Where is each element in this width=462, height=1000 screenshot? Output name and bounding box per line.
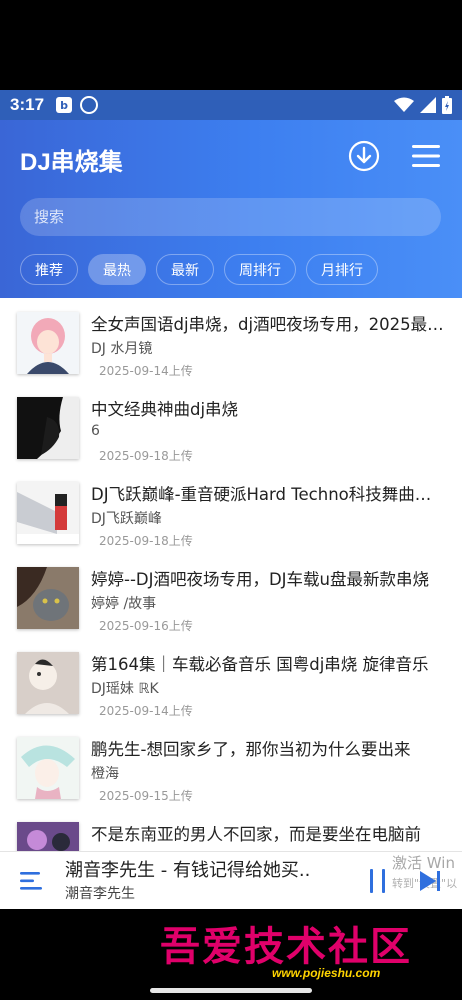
song-cover-image (17, 652, 79, 714)
song-title: 婷婷--DJ酒吧夜场专用，DJ车载u盘最新款串烧 (91, 570, 430, 589)
song-cover-image (17, 567, 79, 629)
song-cover-image (17, 737, 79, 799)
upload-date: 2025-09-18上传 (99, 449, 193, 463)
upload-date: 2025-09-16上传 (99, 619, 193, 633)
player-artist: 潮音李先生 (65, 886, 135, 902)
notification-app-icon (80, 96, 99, 114)
song-artist: 婷婷 /故事 (91, 596, 157, 612)
song-title: 中文经典神曲dj串烧 (91, 400, 239, 419)
tab-recommend[interactable]: 推荐 (20, 254, 78, 285)
download-circle-icon[interactable] (348, 140, 380, 172)
tab-weekly-rank[interactable]: 周排行 (224, 254, 296, 285)
app-header: DJ串烧集 推荐 最热 最新 周排行 月排行 (0, 120, 462, 298)
song-list-item[interactable]: 全女声国语dj串烧，dj酒吧夜场专用，2025最火的DJ串烧 DJ 水月镜 20… (0, 298, 462, 383)
watermark-url: www.pojieshu.com (272, 966, 381, 980)
signal-icon (420, 97, 436, 113)
status-time: 3:17 (10, 95, 45, 114)
song-artist: DJ飞跃巅峰 (91, 511, 162, 527)
song-artist: 橙海 (91, 766, 119, 782)
site-watermark: 吾爱技术社区 www.pojieshu.com (160, 914, 460, 994)
song-cover-image (17, 482, 79, 544)
search-input[interactable] (20, 198, 441, 236)
home-indicator[interactable] (150, 988, 312, 993)
watermark-text: 吾爱技术社区 (160, 923, 412, 970)
tab-hottest[interactable]: 最热 (88, 254, 146, 285)
song-cover-image (17, 312, 79, 374)
activate-windows-overlay: 激活 Win (392, 854, 455, 872)
wifi-icon (394, 97, 414, 112)
category-tabs: 推荐 最热 最新 周排行 月排行 (20, 254, 378, 285)
tab-newest[interactable]: 最新 (156, 254, 214, 285)
battery-icon (442, 96, 452, 114)
song-list-item[interactable]: DJ飞跃巅峰-重音硬派Hard Techno科技舞曲串烧 DJ飞跃巅峰 2025… (0, 468, 462, 553)
app-title: DJ串烧集 (20, 149, 123, 176)
next-track-icon[interactable] (420, 871, 442, 891)
upload-date: 2025-09-14上传 (99, 364, 193, 378)
player-song-title[interactable]: 潮音李先生 - 有钱记得给她买.. (65, 856, 355, 882)
song-artist: DJ瑶妹 ℝK (91, 681, 159, 697)
song-title: 第164集｜车载必备音乐 国粤dj串烧 旋律音乐 (91, 655, 429, 674)
upload-date: 2025-09-15上传 (99, 789, 193, 803)
song-list-item[interactable]: 第164集｜车载必备音乐 国粤dj串烧 旋律音乐 DJ瑶妹 ℝK 2025-09… (0, 638, 462, 723)
top-black-area (0, 0, 462, 90)
song-title: 鹏先生-想回家乡了，那你当初为什么要出来 (91, 740, 411, 759)
song-list-item[interactable]: 不是东南亚的男人不回家，而是要坐在电脑前 (0, 808, 462, 851)
upload-date: 2025-09-14上传 (99, 704, 193, 718)
status-icons (394, 96, 452, 114)
notification-b-icon: b (56, 97, 73, 113)
tab-monthly-rank[interactable]: 月排行 (306, 254, 378, 285)
song-cover-image (17, 822, 79, 851)
hamburger-menu-icon[interactable] (412, 144, 440, 168)
song-title: DJ飞跃巅峰-重音硬派Hard Techno科技舞曲串烧 (91, 485, 447, 504)
status-bar: 3:17 b (0, 90, 462, 120)
song-title: 全女声国语dj串烧，dj酒吧夜场专用，2025最火的DJ串烧 (91, 315, 447, 334)
pause-icon[interactable] (369, 869, 387, 893)
song-artist: DJ 水月镜 (91, 341, 153, 357)
mini-player[interactable]: 潮音李先生 - 有钱记得给她买.. 潮音李先生 激活 Win 转到"设置"以 (0, 851, 462, 909)
song-artist: 6 (91, 423, 100, 439)
upload-date: 2025-09-18上传 (99, 534, 193, 548)
playlist-icon[interactable] (20, 870, 46, 892)
song-list-item[interactable]: 鹏先生-想回家乡了，那你当初为什么要出来 橙海 2025-09-15上传 (0, 723, 462, 808)
song-list-item[interactable]: 中文经典神曲dj串烧 6 2025-09-18上传 (0, 383, 462, 468)
song-title: 不是东南亚的男人不回家，而是要坐在电脑前 (91, 825, 421, 844)
song-list-item[interactable]: 婷婷--DJ酒吧夜场专用，DJ车载u盘最新款串烧 婷婷 /故事 2025-09-… (0, 553, 462, 638)
song-list: 全女声国语dj串烧，dj酒吧夜场专用，2025最火的DJ串烧 DJ 水月镜 20… (0, 298, 462, 851)
song-cover-image (17, 397, 79, 459)
